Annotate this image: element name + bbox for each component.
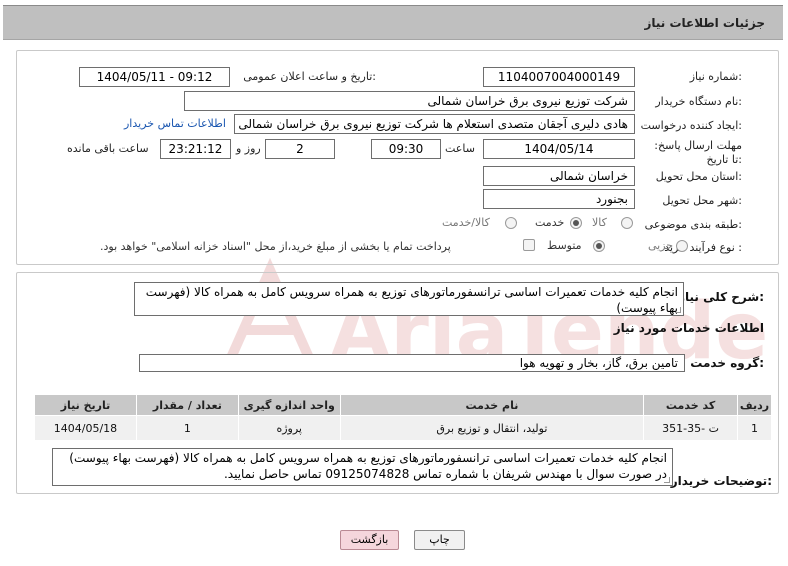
cell-quantity: 1 bbox=[135, 415, 239, 441]
category-radio-goods-service[interactable] bbox=[505, 217, 517, 229]
days-label: روز و bbox=[236, 142, 261, 155]
category-radio-goods[interactable] bbox=[621, 217, 633, 229]
category-option-service: خدمت bbox=[535, 216, 565, 229]
table-row: 1 ت -35-351 تولید، انتقال و توزیع برق پر… bbox=[34, 415, 772, 441]
cell-need-date: 1404/05/18 bbox=[34, 415, 137, 441]
deadline-label: مهلت ارسال پاسخ: تا تاریخ: bbox=[654, 139, 742, 166]
col-header-unit: واحد اندازه گیری bbox=[237, 394, 341, 416]
treasury-payment-note: پرداخت تمام یا بخشی از مبلغ خرید،از محل … bbox=[100, 240, 451, 253]
buyer-notes-text: انجام کلیه خدمات تعمیرات اساسی ترانسفورم… bbox=[69, 451, 667, 481]
need-number-field: 1104007004000149 bbox=[483, 67, 635, 87]
category-option-goods-service: کالا/خدمت bbox=[442, 216, 490, 229]
remaining-time-field: 23:21:12 bbox=[160, 139, 231, 159]
col-header-need-date: تاریخ نیاز bbox=[34, 394, 137, 416]
days-remaining-field: 2 bbox=[265, 139, 335, 159]
purchase-option-medium: متوسط bbox=[547, 239, 582, 252]
back-button[interactable]: بازگشت bbox=[340, 530, 399, 550]
announce-datetime-label: تاریخ و ساعت اعلان عمومی: bbox=[243, 70, 376, 83]
buyer-notes-label: توضیحات خریدار: bbox=[670, 474, 772, 488]
summary-text: انجام کلیه خدمات تعمیرات اساسی ترانسفورم… bbox=[145, 285, 678, 315]
announce-datetime-field: 1404/05/11 - 09:12 bbox=[79, 67, 230, 87]
cell-row-number: 1 bbox=[737, 415, 772, 441]
col-header-service-name: نام خدمت bbox=[339, 394, 645, 416]
col-header-row: ردیف bbox=[737, 394, 772, 416]
purchase-radio-medium[interactable] bbox=[593, 240, 605, 252]
resize-handle-icon[interactable] bbox=[675, 307, 681, 313]
services-table: ردیف کد خدمت نام خدمت واحد اندازه گیری ت… bbox=[34, 394, 772, 441]
service-group-label: گروه خدمت: bbox=[690, 356, 764, 370]
cell-service-code: ت -35-351 bbox=[643, 415, 739, 441]
delivery-province-field: خراسان شمالی bbox=[483, 166, 635, 186]
need-number-label: شماره نیاز: bbox=[689, 70, 742, 83]
resize-handle-icon[interactable] bbox=[664, 477, 670, 483]
deadline-date-field: 1404/05/14 bbox=[483, 139, 635, 159]
cell-service-name: تولید، انتقال و توزیع برق bbox=[339, 415, 645, 441]
category-option-goods: کالا bbox=[592, 216, 607, 229]
page-title: جزئیات اطلاعات نیاز bbox=[644, 16, 765, 30]
buyer-org-label: نام دستگاه خریدار: bbox=[655, 95, 742, 108]
buyer-org-field: شرکت توزیع نیروی برق خراسان شمالی bbox=[184, 91, 635, 111]
treasury-payment-checkbox[interactable] bbox=[523, 239, 535, 251]
purchase-option-minor: جزیی bbox=[648, 239, 674, 252]
delivery-city-field: بجنورد bbox=[483, 189, 635, 209]
buyer-contact-link[interactable]: اطلاعات تماس خریدار bbox=[124, 117, 226, 130]
purchase-radio-minor[interactable] bbox=[676, 240, 688, 252]
cell-unit: پروژه bbox=[237, 415, 341, 441]
remaining-time-label: ساعت باقی مانده bbox=[67, 142, 149, 155]
requester-field: هادی دلیری آجقان متصدی استعلام ها شرکت ت… bbox=[234, 114, 635, 134]
col-header-service-code: کد خدمت bbox=[643, 394, 739, 416]
delivery-city-label: شهر محل تحویل: bbox=[662, 194, 742, 207]
col-header-quantity: تعداد / مقدار bbox=[135, 394, 239, 416]
services-section-title: اطلاعات خدمات مورد نیاز bbox=[613, 321, 764, 335]
deadline-time-label: ساعت bbox=[445, 142, 475, 155]
deadline-time-field: 09:30 bbox=[371, 139, 441, 159]
page-header: جزئیات اطلاعات نیاز bbox=[3, 5, 783, 40]
buyer-notes-textarea[interactable]: انجام کلیه خدمات تعمیرات اساسی ترانسفورم… bbox=[52, 448, 673, 486]
category-radio-service[interactable] bbox=[570, 217, 582, 229]
summary-textarea[interactable]: انجام کلیه خدمات تعمیرات اساسی ترانسفورم… bbox=[134, 282, 684, 316]
delivery-province-label: استان محل تحویل: bbox=[655, 170, 742, 183]
category-label: طبقه بندی موضوعی: bbox=[644, 218, 742, 231]
requester-label: ایجاد کننده درخواست: bbox=[640, 119, 742, 132]
service-group-field: تامین برق، گاز، بخار و تهویه هوا bbox=[139, 354, 685, 372]
print-button[interactable]: چاپ bbox=[414, 530, 465, 550]
summary-label: شرح کلی نیاز: bbox=[678, 290, 764, 304]
